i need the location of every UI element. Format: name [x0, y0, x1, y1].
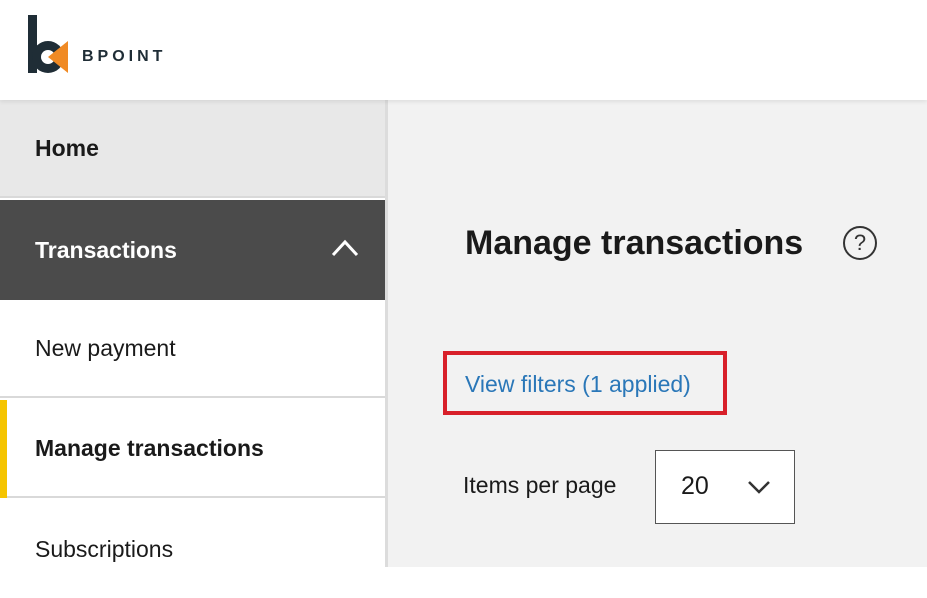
sidebar-nav: Home Transactions New payment Manage tra…	[0, 100, 388, 598]
bpoint-logo-icon	[28, 15, 68, 73]
sidebar-item-home[interactable]: Home	[0, 100, 385, 198]
view-filters-link[interactable]: View filters (1 applied)	[465, 371, 691, 398]
app-header: BPOINT	[0, 0, 927, 100]
chevron-down-icon	[748, 481, 770, 494]
items-per-page-label: Items per page	[463, 472, 617, 498]
sidebar-item-new-payment[interactable]: New payment	[0, 300, 385, 398]
sidebar-item-label: New payment	[35, 334, 176, 361]
sidebar-item-subscriptions[interactable]: Subscriptions	[0, 500, 385, 598]
sidebar-item-transactions[interactable]: Transactions	[0, 200, 385, 300]
brand-name: BPOINT	[82, 48, 167, 65]
page-title: Manage transactions	[465, 224, 804, 262]
sidebar-item-label: Home	[35, 134, 99, 161]
sidebar-item-label: Transactions	[35, 236, 177, 263]
chevron-up-icon[interactable]	[331, 238, 359, 258]
sidebar-item-label: Manage transactions	[35, 434, 264, 461]
sidebar-item-manage-transactions[interactable]: Manage transactions	[0, 400, 385, 498]
main-content: Manage transactions ? View filters (1 ap…	[388, 100, 927, 567]
sidebar-item-label: Subscriptions	[35, 535, 174, 562]
items-per-page-value: 20	[681, 472, 709, 500]
items-per-page-select[interactable]: 20	[655, 450, 795, 524]
brand-logo[interactable]: BPOINT	[28, 15, 188, 77]
active-indicator	[0, 400, 7, 498]
help-icon[interactable]: ?	[843, 226, 877, 260]
